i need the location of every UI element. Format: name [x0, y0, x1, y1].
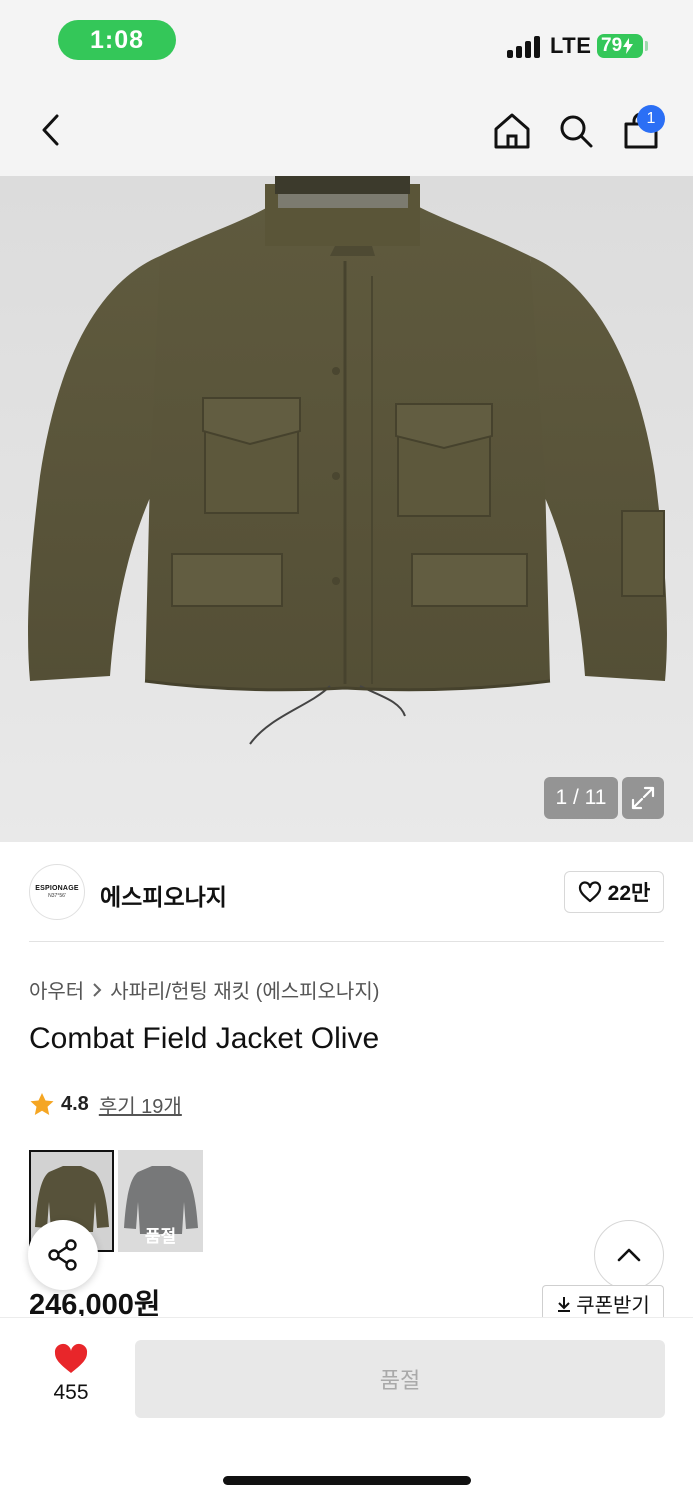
home-icon[interactable]	[491, 110, 533, 152]
battery-tip	[645, 41, 648, 51]
variant-thumbnail-grey[interactable]: 품절	[118, 1150, 203, 1252]
product-image[interactable]	[0, 176, 693, 842]
star-icon	[30, 1093, 54, 1115]
wishlist-count: 455	[53, 1381, 89, 1404]
wishlist-button[interactable]: 455	[35, 1343, 107, 1405]
search-icon[interactable]	[555, 110, 597, 152]
product-price: 246,000원	[29, 1289, 161, 1316]
rating-score: 4.8	[61, 1093, 89, 1115]
product-title: Combat Field Jacket Olive	[29, 1022, 380, 1055]
share-icon	[48, 1239, 77, 1271]
image-counter: 1 / 11	[544, 777, 618, 819]
network-type: LTE	[550, 33, 592, 58]
cellular-signal-icon	[507, 36, 541, 58]
share-button[interactable]	[28, 1220, 98, 1290]
breadcrumb-subcategory[interactable]: 사파리/헌팅 재킷 (에스피오나지)	[110, 975, 379, 1004]
status-time: 1:08	[58, 20, 176, 60]
jacket-illustration	[28, 176, 667, 745]
breadcrumb-category[interactable]: 아우터	[29, 975, 84, 1004]
scroll-to-top-button[interactable]	[594, 1220, 664, 1290]
soldout-purchase-button[interactable]: 품절	[135, 1340, 665, 1418]
brand-logo[interactable]: ESPIONAGE N37°56'	[29, 864, 85, 920]
brand-like-count: 22만	[607, 882, 651, 905]
chevron-right-icon	[93, 982, 102, 997]
review-count-link[interactable]: 후기 19개	[99, 1090, 182, 1119]
cart-count-badge: 1	[637, 105, 665, 133]
brand-logo-text: ESPIONAGE	[35, 885, 79, 892]
top-navigation	[0, 88, 693, 176]
product-rating: 4.8 후기 19개	[29, 1090, 182, 1119]
variant-soldout-label: 품절	[144, 1227, 177, 1246]
divider	[29, 941, 664, 942]
battery-level: 79	[601, 35, 623, 56]
battery-icon: 79	[597, 34, 643, 58]
breadcrumb: 아우터 사파리/헌팅 재킷 (에스피오나지)	[29, 975, 379, 1004]
coupon-button[interactable]: 쿠폰받기	[542, 1285, 664, 1321]
brand-name[interactable]: 에스피오나지	[100, 878, 227, 912]
brand-like-button[interactable]: 22만	[564, 871, 664, 913]
coupon-label: 쿠폰받기	[576, 1295, 650, 1317]
status-bar: 1:08 LTE 79	[0, 0, 693, 88]
heart-outline-icon	[578, 881, 601, 903]
chevron-up-icon	[617, 1248, 641, 1262]
back-icon[interactable]	[30, 110, 70, 150]
brand-logo-subtext: N37°56'	[48, 893, 66, 899]
heart-filled-icon	[54, 1343, 88, 1373]
expand-icon[interactable]	[622, 777, 664, 819]
download-icon	[558, 1296, 571, 1312]
home-indicator	[223, 1476, 471, 1485]
